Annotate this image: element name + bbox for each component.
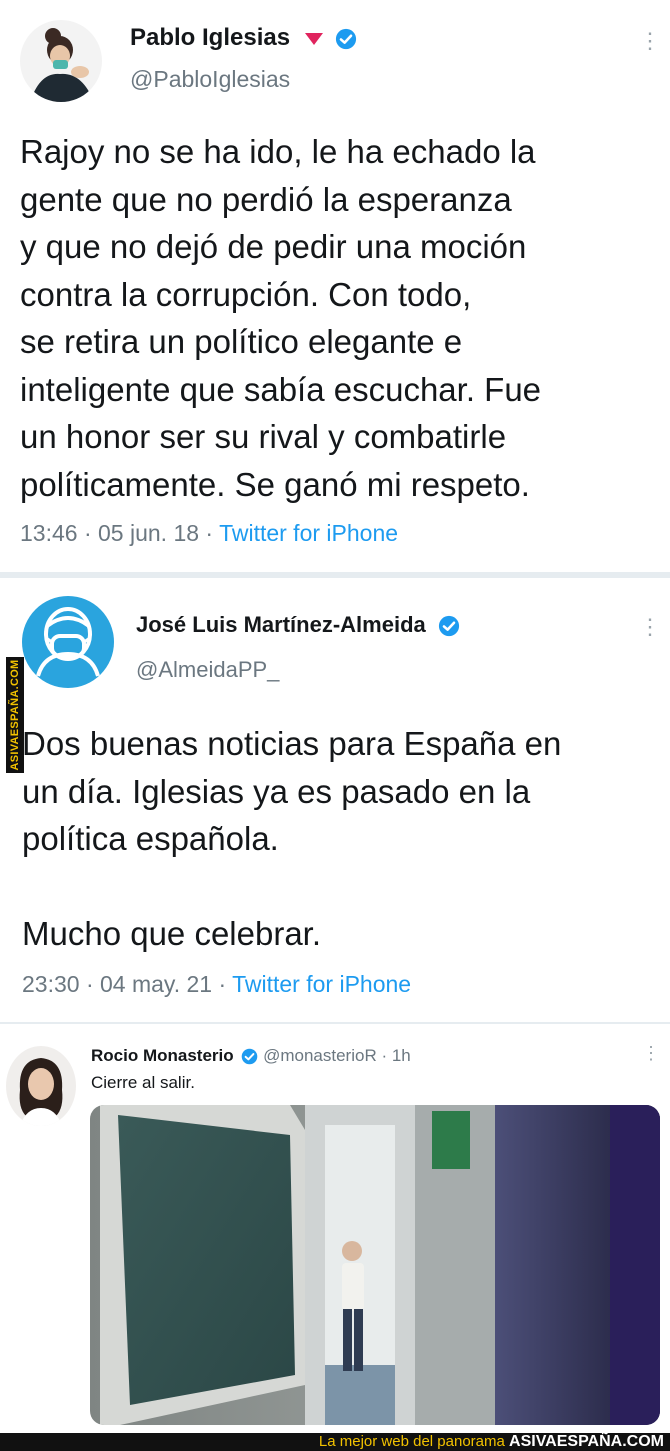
tweet-text: Rajoy no se ha ido, le ha echado la gent…: [20, 133, 542, 503]
tweet-source-link[interactable]: Twitter for iPhone: [219, 520, 398, 546]
tweet-timestamp[interactable]: 13:46 · 05 jun. 18 ·: [20, 520, 213, 546]
verified-badge-icon: [336, 28, 357, 49]
author-name[interactable]: José Luis Martínez-Almeida: [136, 612, 426, 637]
footer-brand: ASIVAESPAÑA.COM: [509, 1433, 664, 1450]
avatar-illustration: [19, 1058, 63, 1126]
tweet-timestamp[interactable]: 23:30 · 04 may. 21 ·: [22, 971, 226, 997]
author-name[interactable]: Rocio Monasterio: [91, 1046, 234, 1065]
triangle-icon: [304, 32, 323, 45]
masked-face-icon: [36, 607, 100, 677]
avatar[interactable]: [22, 596, 114, 688]
tweet-text: Cierre al salir.: [91, 1073, 195, 1092]
author-name[interactable]: Pablo Iglesias: [130, 24, 290, 51]
avatar[interactable]: [20, 20, 102, 102]
side-watermark: ASIVAESPAÑA.COM: [6, 657, 24, 773]
side-watermark-text: ASIVAESPAÑA.COM: [9, 659, 21, 771]
footer-watermark: La mejor web del panorama ASIVAESPAÑA.CO…: [0, 1433, 670, 1451]
divider: [0, 1022, 670, 1024]
more-options-icon[interactable]: ⋮: [639, 616, 661, 638]
tweet-source-link[interactable]: Twitter for iPhone: [232, 971, 411, 997]
verified-badge-icon: [242, 1048, 258, 1065]
avatar[interactable]: [6, 1046, 76, 1126]
office-doorway-photo: [90, 1105, 660, 1425]
author-handle-time[interactable]: @monasterioR · 1h: [263, 1046, 411, 1065]
avatar-illustration: [30, 28, 94, 102]
more-options-icon[interactable]: ⋮: [642, 1044, 660, 1062]
tweet-photo[interactable]: [90, 1105, 660, 1425]
verified-badge-icon: [438, 616, 459, 637]
author-handle[interactable]: @AlmeidaPP_: [136, 657, 279, 683]
divider: [0, 572, 670, 578]
tweet-text: Dos buenas noticias para España en un dí…: [22, 725, 562, 952]
author-handle[interactable]: @PabloIglesias: [130, 66, 290, 93]
more-options-icon[interactable]: ⋮: [639, 30, 661, 52]
footer-tagline: La mejor web del panorama: [318, 1433, 505, 1450]
